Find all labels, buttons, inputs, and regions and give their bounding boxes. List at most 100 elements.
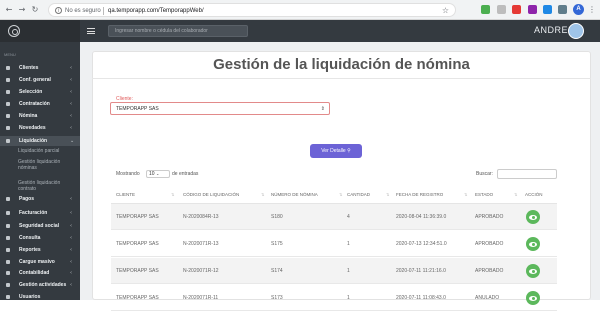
hamburger-menu-icon[interactable] — [87, 28, 95, 34]
view-eye-icon[interactable] — [526, 264, 540, 278]
table-cell: S175 — [271, 241, 283, 247]
url-text[interactable]: qa.temporapp.com/TemporappWeb/ — [108, 7, 204, 15]
reload-icon[interactable]: ↻ — [30, 5, 40, 15]
sidebar-item-label: Seguridad social — [19, 223, 60, 229]
view-detail-button[interactable]: Ver Detalle ⚲ — [310, 144, 362, 158]
extension-icon[interactable] — [497, 5, 506, 14]
column-header[interactable]: FECHA DE REGISTRO — [396, 186, 443, 204]
sidebar-item[interactable]: Cargue masivo ‹ — [0, 257, 80, 267]
column-header[interactable]: CÓDIGO DE LIQUIDACIÓN — [183, 186, 239, 204]
table-cell: 2020-08-04 11:36:39.0 — [396, 214, 447, 220]
browser-toolbar: ← → ↻ i No es seguro qa.temporapp.com/Te… — [0, 0, 600, 20]
sort-icon[interactable]: ⇅ — [171, 186, 174, 204]
sidebar-item[interactable]: Seguridad social ‹ — [0, 221, 80, 231]
sidebar-subitem[interactable]: Gestión liquidación contrato — [18, 180, 78, 192]
table-cell: ANULADO — [475, 295, 500, 301]
table-cell: APROBADO — [475, 268, 504, 274]
app-logo[interactable] — [0, 20, 80, 42]
sidebar-item[interactable]: Usuarios — [0, 292, 80, 302]
column-header[interactable]: CLIENTE — [116, 186, 135, 204]
sidebar-item[interactable]: Nómina ‹ — [0, 111, 80, 121]
sidebar-item-label: Facturación — [19, 210, 48, 216]
sidebar-item[interactable]: Clientes ‹ — [0, 63, 80, 73]
sidebar-item[interactable]: Liquidación ⌄ — [0, 136, 80, 146]
sort-icon[interactable]: ⇅ — [464, 186, 467, 204]
client-select[interactable]: TEMPORAPP SAS ⇕ — [110, 102, 330, 115]
table-cell: N-2020084R-13 — [183, 214, 219, 220]
page-length-select[interactable]: 10 ⌄ — [146, 170, 170, 178]
chevron-icon: ‹ — [70, 259, 72, 265]
entries-label: de entradas — [172, 171, 199, 177]
view-eye-icon[interactable] — [526, 291, 540, 305]
chevron-icon: ‹ — [70, 196, 72, 202]
browser-menu-icon[interactable]: ⋮ — [588, 4, 596, 15]
table-cell: N-2020071R-12 — [183, 268, 219, 274]
menu-item-icon — [6, 90, 10, 94]
collaborator-search-input[interactable]: Ingresar nombre o cédula del colaborador — [108, 25, 248, 37]
address-bar[interactable]: i No es seguro qa.temporapp.com/Temporap… — [48, 3, 456, 17]
column-header[interactable]: NÚMERO DE NÓMINA — [271, 186, 318, 204]
table-cell: TEMPORAPP SAS — [116, 268, 159, 274]
menu-item-icon — [6, 248, 10, 252]
table-cell: 4 — [347, 214, 350, 220]
sidebar-item[interactable]: Facturación ‹ — [0, 208, 80, 218]
table-cell: S173 — [271, 295, 283, 301]
sidebar-item[interactable]: Conf. general ‹ — [0, 75, 80, 85]
info-icon[interactable]: i — [55, 7, 62, 14]
extension-icon[interactable] — [558, 5, 567, 14]
menu-item-icon — [6, 66, 10, 70]
user-avatar[interactable] — [568, 23, 584, 39]
sidebar-item[interactable]: Consulta ‹ — [0, 233, 80, 243]
extension-icon[interactable] — [543, 5, 552, 14]
sidebar-item[interactable]: Gestión actividades ‹ — [0, 280, 80, 290]
page-length-value: 10 — [149, 171, 155, 177]
sidebar-item[interactable]: Novedades ‹ — [0, 123, 80, 133]
sidebar-item[interactable]: Contabilidad ‹ — [0, 268, 80, 278]
table-cell: TEMPORAPP SAS — [116, 241, 159, 247]
sidebar-item[interactable]: Contratación ‹ — [0, 99, 80, 109]
chevron-icon: ‹ — [70, 270, 72, 276]
menu-item-icon — [6, 197, 10, 201]
fingerprint-logo-icon — [8, 25, 20, 37]
profile-avatar[interactable]: A — [573, 4, 584, 15]
sidebar-item-label: Conf. general — [19, 77, 51, 83]
chevron-icon: ‹ — [70, 247, 72, 253]
sidebar-item-label: Contratación — [19, 101, 50, 107]
extension-icon[interactable] — [528, 5, 537, 14]
address-divider — [103, 7, 104, 15]
sort-icon[interactable]: ⇅ — [261, 186, 264, 204]
extension-icon[interactable] — [512, 5, 521, 14]
column-header[interactable]: CANTIDAD — [347, 186, 370, 204]
menu-item-icon — [6, 102, 10, 106]
chevron-icon: ‹ — [70, 65, 72, 71]
view-eye-icon[interactable] — [526, 210, 540, 224]
forward-arrow-icon[interactable]: → — [17, 5, 27, 15]
table-search-input[interactable] — [497, 169, 557, 179]
column-header[interactable]: ESTADO — [475, 186, 493, 204]
sidebar-subitem[interactable]: Liquidación parcial — [18, 148, 78, 154]
sidebar-item[interactable]: Selección ‹ — [0, 87, 80, 97]
sidebar-subitem[interactable]: Gestión liquidación nóminas — [18, 159, 78, 171]
sort-icon[interactable]: ⇅ — [386, 186, 389, 204]
chevron-icon: ‹ — [70, 113, 72, 119]
menu-item-icon — [6, 283, 10, 287]
sidebar-item-label: Liquidación — [19, 138, 48, 144]
chevron-icon: ‹ — [70, 125, 72, 131]
sidebar-item[interactable]: Pagos ‹ — [0, 194, 80, 204]
show-label: Mostrando — [116, 171, 140, 177]
extension-icon[interactable] — [481, 5, 490, 14]
sidebar-item-label: Novedades — [19, 125, 46, 131]
sidebar-item-label: Nómina — [19, 113, 38, 119]
bookmark-star-icon[interactable]: ☆ — [442, 6, 449, 15]
sort-icon[interactable]: ⇅ — [514, 186, 517, 204]
column-header[interactable]: ACCIÓN — [525, 186, 543, 204]
sidebar-item-label: Contabilidad — [19, 270, 50, 276]
sort-icon[interactable]: ⇅ — [339, 186, 342, 204]
view-eye-icon[interactable] — [526, 237, 540, 251]
back-arrow-icon[interactable]: ← — [4, 5, 14, 15]
table-row: TEMPORAPP SAS N-2020071R-13 S175 1 2020-07-1… — [111, 231, 557, 257]
chevron-icon: ‹ — [70, 77, 72, 83]
menu-item-icon — [6, 224, 10, 228]
sidebar-item[interactable]: Reportes ‹ — [0, 245, 80, 255]
sidebar-item-label: Reportes — [19, 247, 41, 253]
